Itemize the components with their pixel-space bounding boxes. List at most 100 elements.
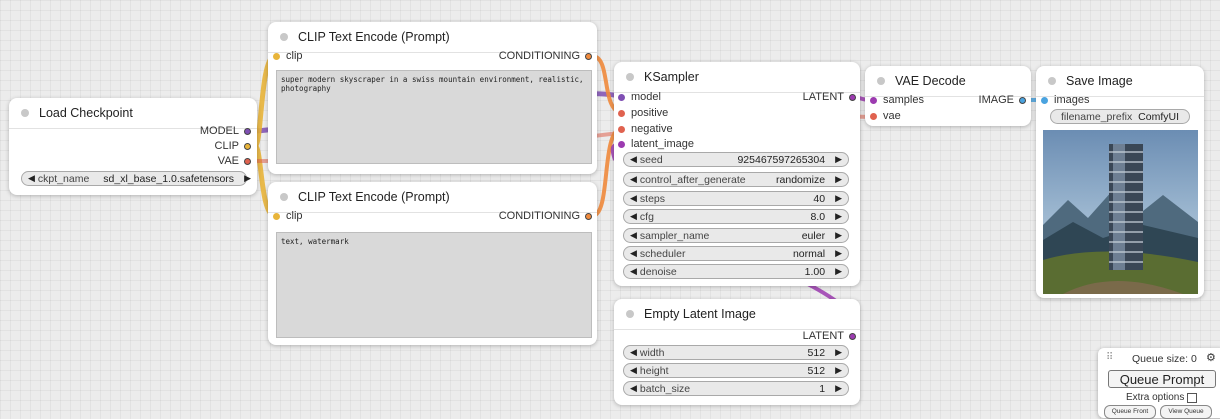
arrow-left-icon[interactable]: ◀ bbox=[630, 365, 637, 376]
latent-input-dot-icon[interactable] bbox=[618, 140, 625, 148]
width-widget[interactable]: ◀ width 512 ▶ bbox=[623, 345, 849, 360]
arrow-right-icon[interactable]: ▶ bbox=[835, 365, 842, 376]
node-title: CLIP Text Encode (Prompt) bbox=[298, 30, 450, 44]
collapse-dot-icon[interactable] bbox=[626, 73, 634, 81]
arrow-right-icon[interactable]: ▶ bbox=[835, 211, 842, 222]
input-positive[interactable]: positive bbox=[618, 106, 668, 120]
input-model[interactable]: model bbox=[618, 90, 661, 104]
drag-handle-icon[interactable]: ⠿ bbox=[1106, 352, 1113, 363]
arrow-right-icon[interactable]: ▶ bbox=[835, 174, 842, 185]
slot-label: latent_image bbox=[631, 138, 694, 150]
input-latent-image[interactable]: latent_image bbox=[618, 137, 694, 151]
samples-input-dot-icon[interactable] bbox=[870, 96, 877, 104]
scheduler-widget[interactable]: ◀ scheduler normal ▶ bbox=[623, 246, 849, 261]
node-title-bar[interactable]: KSampler bbox=[614, 62, 860, 93]
view-queue-button[interactable]: View Queue bbox=[1160, 405, 1212, 419]
input-samples[interactable]: samples bbox=[870, 93, 924, 107]
settings-gear-icon[interactable]: ⚙ bbox=[1206, 351, 1216, 364]
collapse-dot-icon[interactable] bbox=[21, 109, 29, 117]
height-widget[interactable]: ◀ height 512 ▶ bbox=[623, 363, 849, 378]
output-latent[interactable]: LATENT bbox=[756, 329, 856, 343]
model-output-dot-icon[interactable] bbox=[244, 127, 251, 135]
arrow-right-icon[interactable]: ▶ bbox=[835, 193, 842, 204]
clip-text-encode-positive-node[interactable]: CLIP Text Encode (Prompt) clip CONDITION… bbox=[268, 22, 597, 174]
steps-widget[interactable]: ◀ steps 40 ▶ bbox=[623, 191, 849, 206]
output-conditioning[interactable]: CONDITIONING bbox=[442, 209, 592, 223]
arrow-left-icon[interactable]: ◀ bbox=[630, 347, 637, 358]
output-model[interactable]: MODEL bbox=[131, 124, 251, 138]
input-clip[interactable]: clip bbox=[273, 209, 303, 223]
collapse-dot-icon[interactable] bbox=[1048, 77, 1056, 85]
positive-input-dot-icon[interactable] bbox=[618, 109, 625, 117]
widget-value: ComfyUI bbox=[1138, 110, 1179, 123]
arrow-left-icon[interactable]: ◀ bbox=[630, 174, 637, 185]
vae-input-dot-icon[interactable] bbox=[870, 112, 877, 120]
denoise-widget[interactable]: ◀ denoise 1.00 ▶ bbox=[623, 264, 849, 279]
cfg-widget[interactable]: ◀ cfg 8.0 ▶ bbox=[623, 209, 849, 224]
widget-label: steps bbox=[639, 192, 666, 205]
input-vae[interactable]: vae bbox=[870, 109, 901, 123]
collapse-dot-icon[interactable] bbox=[280, 193, 288, 201]
arrow-left-icon[interactable]: ◀ bbox=[630, 193, 637, 204]
arrow-right-icon[interactable]: ▶ bbox=[835, 383, 842, 394]
filename-prefix-widget[interactable]: filename_prefix ComfyUI bbox=[1050, 109, 1190, 124]
arrow-right-icon[interactable]: ▶ bbox=[835, 248, 842, 259]
input-clip[interactable]: clip bbox=[273, 49, 303, 63]
control-after-generate-widget[interactable]: ◀ control_after_generate randomize ▶ bbox=[623, 172, 849, 187]
seed-widget[interactable]: ◀ seed 925467597265304 ▶ bbox=[623, 152, 849, 167]
arrow-left-icon[interactable]: ◀ bbox=[630, 383, 637, 394]
output-clip[interactable]: CLIP bbox=[131, 139, 251, 153]
vae-decode-node[interactable]: VAE Decode samples vae IMAGE bbox=[865, 66, 1031, 126]
ckpt-name-combo[interactable]: ◀ ckpt_name sd_xl_base_1.0.safetensors ▶ bbox=[21, 171, 251, 186]
arrow-right-icon[interactable]: ▶ bbox=[835, 154, 842, 165]
queue-prompt-button[interactable]: Queue Prompt bbox=[1108, 370, 1216, 388]
node-title-bar[interactable]: Empty Latent Image bbox=[614, 299, 860, 330]
collapse-dot-icon[interactable] bbox=[877, 77, 885, 85]
arrow-right-icon[interactable]: ▶ bbox=[244, 173, 251, 184]
prompt-textarea[interactable]: super modern skyscraper in a swiss mount… bbox=[276, 70, 592, 164]
arrow-right-icon[interactable]: ▶ bbox=[835, 347, 842, 358]
clip-text-encode-negative-node[interactable]: CLIP Text Encode (Prompt) clip CONDITION… bbox=[268, 182, 597, 345]
conditioning-output-dot-icon[interactable] bbox=[585, 212, 592, 220]
empty-latent-image-node[interactable]: Empty Latent Image LATENT ◀ width 512 ▶ … bbox=[614, 299, 860, 405]
save-image-node[interactable]: Save Image images filename_prefix ComfyU… bbox=[1036, 66, 1204, 298]
widget-label: height bbox=[639, 364, 669, 377]
input-images[interactable]: images bbox=[1041, 93, 1089, 107]
prompt-textarea[interactable]: text, watermark bbox=[276, 232, 592, 338]
clip-output-dot-icon[interactable] bbox=[244, 142, 251, 150]
input-negative[interactable]: negative bbox=[618, 122, 673, 136]
arrow-left-icon[interactable]: ◀ bbox=[630, 248, 637, 259]
images-input-dot-icon[interactable] bbox=[1041, 96, 1048, 104]
clip-input-dot-icon[interactable] bbox=[273, 52, 280, 60]
clip-input-dot-icon[interactable] bbox=[273, 212, 280, 220]
image-output-dot-icon[interactable] bbox=[1019, 96, 1026, 104]
collapse-dot-icon[interactable] bbox=[280, 33, 288, 41]
batch-size-widget[interactable]: ◀ batch_size 1 ▶ bbox=[623, 381, 849, 396]
arrow-left-icon[interactable]: ◀ bbox=[630, 266, 637, 277]
arrow-left-icon[interactable]: ◀ bbox=[630, 211, 637, 222]
extra-options-checkbox[interactable] bbox=[1187, 392, 1198, 403]
latent-output-dot-icon[interactable] bbox=[849, 332, 856, 340]
arrow-left-icon[interactable]: ◀ bbox=[630, 230, 637, 241]
arrow-right-icon[interactable]: ▶ bbox=[835, 266, 842, 277]
model-input-dot-icon[interactable] bbox=[618, 93, 625, 101]
latent-output-dot-icon[interactable] bbox=[849, 93, 856, 101]
conditioning-output-dot-icon[interactable] bbox=[585, 52, 592, 60]
slot-label: images bbox=[1054, 94, 1090, 106]
negative-input-dot-icon[interactable] bbox=[618, 125, 625, 133]
collapse-dot-icon[interactable] bbox=[626, 310, 634, 318]
arrow-left-icon[interactable]: ◀ bbox=[630, 154, 637, 165]
ksampler-node[interactable]: KSampler model positive negative latent_… bbox=[614, 62, 860, 286]
arrow-right-icon[interactable]: ▶ bbox=[835, 230, 842, 241]
arrow-left-icon[interactable]: ◀ bbox=[28, 173, 35, 184]
sampler-name-widget[interactable]: ◀ sampler_name euler ▶ bbox=[623, 228, 849, 243]
load-checkpoint-node[interactable]: Load Checkpoint MODEL CLIP VAE ◀ ckpt_na… bbox=[9, 98, 257, 195]
output-vae[interactable]: VAE bbox=[131, 154, 251, 168]
output-latent[interactable]: LATENT bbox=[756, 90, 856, 104]
slot-label: vae bbox=[883, 110, 901, 122]
vae-output-dot-icon[interactable] bbox=[244, 157, 251, 165]
output-image[interactable]: IMAGE bbox=[946, 93, 1026, 107]
queue-front-button[interactable]: Queue Front bbox=[1104, 405, 1156, 419]
widget-value: 40 bbox=[813, 192, 826, 205]
output-conditioning[interactable]: CONDITIONING bbox=[442, 49, 592, 63]
